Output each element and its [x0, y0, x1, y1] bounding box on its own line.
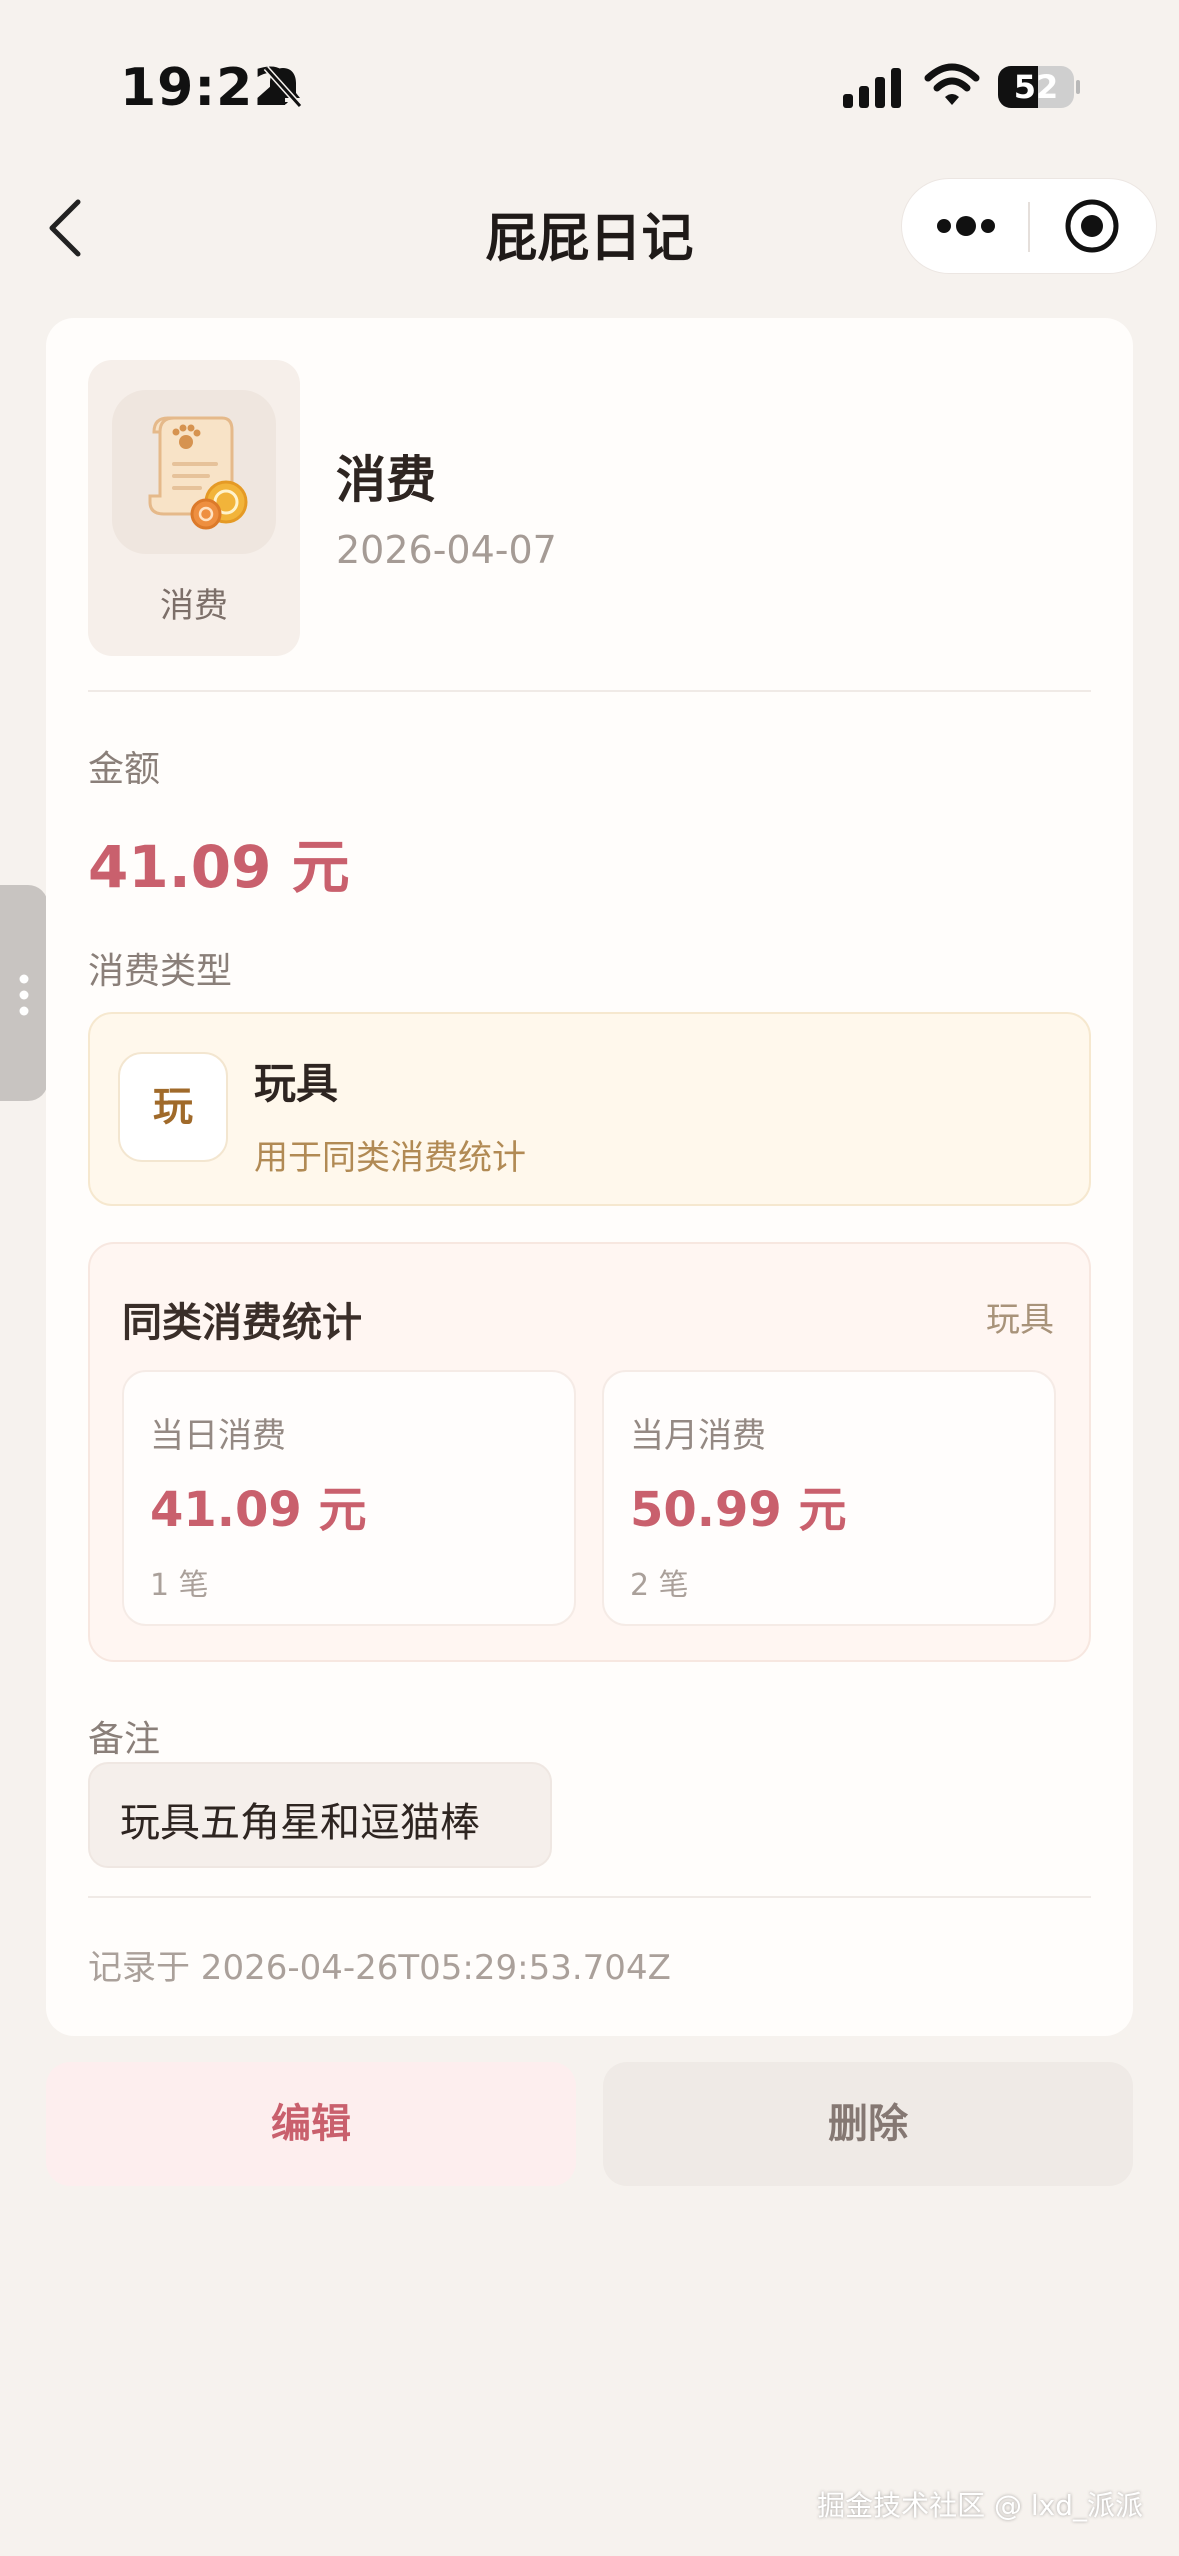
stat-day-value: 41.09 元 [150, 1482, 367, 1538]
target-circle-icon[interactable] [1062, 196, 1122, 256]
cellular-signal-icon [843, 68, 901, 108]
receipt-coin-icon [148, 416, 248, 530]
type-panel [88, 1012, 1091, 1206]
type-name: 玩具 [254, 1059, 339, 1108]
amount-label: 金额 [88, 749, 161, 790]
capsule-divider [1028, 202, 1030, 252]
stat-month-count: 2 笔 [630, 1568, 689, 1603]
stats-title: 同类消费统计 [122, 1300, 362, 1346]
edit-button[interactable]: 编辑 [46, 2062, 576, 2186]
wifi-icon [924, 63, 980, 105]
record-title: 消费 [336, 451, 436, 509]
vertical-dots-icon [19, 974, 29, 1016]
note-text: 玩具五角星和逗猫棒 [120, 1800, 480, 1846]
stat-day-count: 1 笔 [150, 1568, 209, 1603]
recorded-timestamp: 记录于 2026-04-26T05:29:53.704Z [88, 1948, 671, 1988]
stat-day-label: 当日消费 [150, 1416, 286, 1456]
bell-slash-icon [263, 65, 303, 109]
type-badge: 玩 [118, 1052, 228, 1162]
delete-button[interactable]: 删除 [603, 2062, 1133, 2186]
amount-value: 41.09 元 [88, 833, 350, 901]
type-subtitle: 用于同类消费统计 [254, 1138, 526, 1178]
stats-tag: 玩具 [986, 1300, 1054, 1340]
record-date: 2026-04-07 [336, 528, 557, 572]
divider [88, 1896, 1091, 1898]
more-dots-icon[interactable] [936, 212, 996, 240]
stat-month-value: 50.99 元 [630, 1482, 847, 1538]
watermark: 掘金技术社区 @ lxd_派派 [817, 2489, 1143, 2522]
note-label: 备注 [88, 1719, 161, 1760]
divider [88, 690, 1091, 692]
battery-icon: 52 [998, 66, 1080, 108]
battery-percent: 52 [1013, 68, 1059, 106]
category-label: 消费 [160, 586, 228, 626]
stat-month-label: 当月消费 [630, 1416, 766, 1456]
type-label: 消费类型 [88, 951, 233, 992]
